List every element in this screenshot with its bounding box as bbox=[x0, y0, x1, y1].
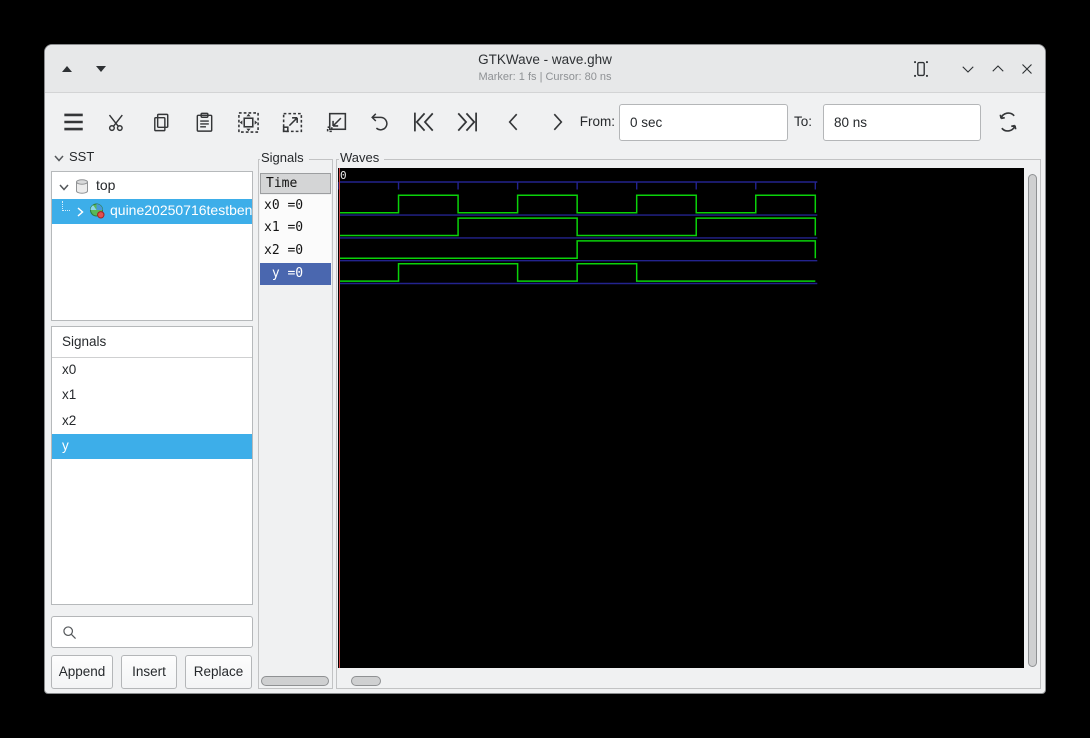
maximize-button[interactable] bbox=[909, 57, 933, 81]
signals-hscrollbar-thumb[interactable] bbox=[261, 676, 329, 686]
cut-icon bbox=[106, 111, 129, 134]
time-header[interactable]: Time bbox=[260, 173, 331, 194]
zoom-out-icon bbox=[324, 110, 349, 135]
paste-button[interactable] bbox=[186, 104, 222, 140]
wave-svg bbox=[338, 168, 1024, 668]
insert-button[interactable]: Insert bbox=[121, 655, 177, 689]
fetch-left-button[interactable] bbox=[496, 104, 532, 140]
signal-list-item[interactable]: x0 bbox=[52, 358, 252, 383]
wave-canvas[interactable]: 0 bbox=[338, 168, 1024, 668]
tree-item-label: top bbox=[96, 177, 115, 193]
to-start-icon bbox=[410, 108, 438, 136]
cylinder-icon bbox=[74, 178, 90, 195]
undo-icon bbox=[368, 110, 392, 134]
chevron-up-icon bbox=[989, 60, 1007, 78]
tree-item-label: quine20250716testbench bbox=[110, 202, 252, 218]
marker-cursor-status: Marker: 1 fs | Cursor: 80 ns bbox=[45, 71, 1045, 83]
signal-list-item[interactable]: x2 bbox=[52, 409, 252, 434]
window-title: GTKWave - wave.ghw bbox=[45, 52, 1045, 67]
signal-name-row[interactable]: x0 =0 bbox=[260, 195, 331, 218]
sst-expander-down-icon[interactable] bbox=[53, 152, 65, 164]
signal-list-header: Signals bbox=[52, 327, 252, 358]
paste-icon bbox=[193, 111, 216, 134]
zoom-to-end-button[interactable] bbox=[449, 104, 485, 140]
reload-button[interactable] bbox=[990, 104, 1026, 140]
signal-name-rows: x0 =0x1 =0x2 =0 y =0 bbox=[260, 195, 331, 286]
waves-frame-label: Waves bbox=[339, 150, 384, 165]
maximize-icon bbox=[910, 58, 932, 80]
signal-name-row[interactable]: y =0 bbox=[260, 263, 331, 286]
copy-button[interactable] bbox=[143, 104, 179, 140]
menu-icon bbox=[60, 109, 86, 135]
zoom-in-icon bbox=[280, 110, 305, 135]
waves-vscrollbar-thumb[interactable] bbox=[1028, 174, 1037, 667]
module-icon bbox=[88, 202, 106, 220]
titlebar[interactable]: GTKWave - wave.ghw Marker: 1 fs | Cursor… bbox=[45, 45, 1045, 93]
reload-icon bbox=[995, 109, 1021, 135]
signal-list-rows: x0x1x2y bbox=[52, 358, 252, 459]
zoom-in-button[interactable] bbox=[274, 104, 310, 140]
from-label: From: bbox=[565, 114, 615, 129]
signal-list-item[interactable]: y bbox=[52, 434, 252, 459]
close-icon bbox=[1018, 60, 1036, 78]
sst-tree-item-top[interactable]: top bbox=[52, 174, 252, 199]
roll-down-button[interactable] bbox=[956, 57, 980, 81]
append-button[interactable]: Append bbox=[51, 655, 113, 689]
zoom-fit-button[interactable] bbox=[230, 104, 266, 140]
close-button[interactable] bbox=[1015, 57, 1039, 81]
signal-list-panel: Signals x0x1x2y bbox=[51, 326, 253, 605]
search-input[interactable] bbox=[82, 618, 250, 646]
menu-button[interactable] bbox=[55, 104, 91, 140]
cut-button[interactable] bbox=[99, 104, 135, 140]
time-marker-line[interactable] bbox=[339, 168, 341, 668]
to-end-icon bbox=[453, 108, 481, 136]
signal-search-box[interactable] bbox=[51, 616, 253, 648]
signal-name-row[interactable]: x1 =0 bbox=[260, 217, 331, 240]
sst-header: SST bbox=[69, 149, 94, 164]
zoom-fit-icon bbox=[236, 110, 261, 135]
from-input[interactable] bbox=[619, 104, 788, 141]
replace-button[interactable]: Replace bbox=[185, 655, 252, 689]
ruler-origin-label: 0 bbox=[340, 169, 347, 182]
sst-tree-panel: top quine20250716testbench bbox=[51, 171, 253, 321]
to-label: To: bbox=[794, 114, 819, 129]
zoom-out-button[interactable] bbox=[318, 104, 354, 140]
sst-tree-item-testbench[interactable]: quine20250716testbench bbox=[52, 199, 252, 224]
to-input[interactable] bbox=[823, 104, 981, 141]
chevron-left-icon bbox=[501, 109, 527, 135]
gtkwave-window: GTKWave - wave.ghw Marker: 1 fs | Cursor… bbox=[44, 44, 1046, 694]
expander-right-icon[interactable] bbox=[74, 206, 86, 218]
roll-up-button[interactable] bbox=[986, 57, 1010, 81]
waves-hscrollbar-thumb[interactable] bbox=[351, 676, 381, 686]
search-icon bbox=[60, 623, 78, 641]
tree-guide-line bbox=[62, 201, 70, 211]
signal-name-row[interactable]: x2 =0 bbox=[260, 240, 331, 263]
signals-frame-label: Signals bbox=[260, 150, 309, 165]
signal-list-item[interactable]: x1 bbox=[52, 383, 252, 408]
zoom-to-start-button[interactable] bbox=[406, 104, 442, 140]
copy-icon bbox=[150, 111, 173, 134]
chevron-down-icon bbox=[959, 60, 977, 78]
expander-down-icon[interactable] bbox=[58, 181, 70, 193]
undo-button[interactable] bbox=[362, 104, 398, 140]
